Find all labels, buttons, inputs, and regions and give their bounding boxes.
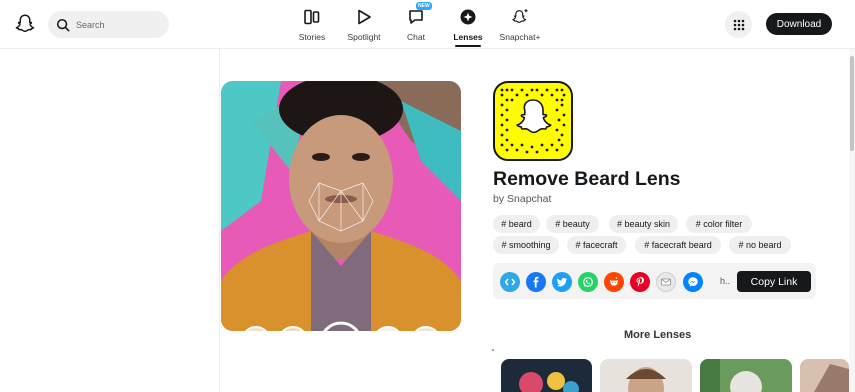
- lens-preview[interactable]: [221, 81, 461, 331]
- tag-smoothing[interactable]: # smoothing: [493, 236, 559, 254]
- nav-spotlight[interactable]: Spotlight: [339, 7, 389, 42]
- grid-icon: [733, 19, 744, 30]
- more-lens-card[interactable]: [800, 359, 849, 392]
- tag-facecraft[interactable]: # facecraft: [567, 236, 626, 254]
- embed-icon[interactable]: [500, 272, 520, 292]
- chat-icon: NEW: [406, 2, 432, 27]
- snapchat-logo-icon[interactable]: [14, 13, 36, 35]
- messenger-icon[interactable]: [683, 272, 703, 292]
- download-button[interactable]: Download: [766, 13, 832, 35]
- nav-label: Snapchat+: [499, 32, 541, 42]
- tag-facecraft-beard[interactable]: # facecraft beard: [635, 236, 721, 254]
- divider: [219, 49, 220, 392]
- lenses-icon: [458, 7, 478, 27]
- stories-icon: [302, 7, 322, 27]
- facebook-icon[interactable]: [526, 272, 546, 292]
- nav-stories[interactable]: Stories: [287, 7, 337, 42]
- tag-no-beard[interactable]: # no beard: [729, 236, 791, 254]
- more-lens-card[interactable]: [700, 359, 792, 392]
- snapchat-plus-icon: [510, 7, 530, 27]
- more-lens-card[interactable]: [600, 359, 692, 392]
- copy-link-button[interactable]: Copy Link: [737, 271, 811, 292]
- nav-label: Stories: [298, 32, 326, 42]
- search-box[interactable]: [48, 11, 169, 38]
- lens-creator[interactable]: by Snapchat: [493, 193, 551, 205]
- top-bar: Stories Spotlight NEW Chat Lenses Snapch…: [0, 0, 855, 49]
- email-icon[interactable]: [656, 272, 676, 292]
- nav-snapchat-plus[interactable]: Snapchat+: [495, 7, 545, 42]
- tag-beauty[interactable]: # beauty: [546, 215, 599, 233]
- nav-label: Chat: [407, 32, 425, 42]
- lens-title: Remove Beard Lens: [493, 168, 681, 190]
- twitter-icon[interactable]: [552, 272, 572, 292]
- nav-label: Lenses: [453, 32, 483, 42]
- nav-lenses[interactable]: Lenses: [443, 7, 493, 47]
- divider-dot: [492, 349, 494, 351]
- tag-color-filter[interactable]: # color filter: [686, 215, 752, 233]
- whatsapp-icon[interactable]: [578, 272, 598, 292]
- snapcode: [493, 81, 573, 161]
- nav-chat[interactable]: NEW Chat: [391, 2, 441, 42]
- reddit-icon[interactable]: [604, 272, 624, 292]
- apps-grid-button[interactable]: [725, 11, 752, 38]
- search-input[interactable]: [76, 19, 166, 30]
- nav-label: Spotlight: [347, 32, 381, 42]
- search-icon: [56, 18, 70, 31]
- pinterest-icon[interactable]: [630, 272, 650, 292]
- more-lens-card[interactable]: [501, 359, 592, 392]
- spotlight-icon: [354, 7, 374, 27]
- scrollbar-thumb[interactable]: [850, 56, 854, 151]
- tag-beauty-skin[interactable]: # beauty skin: [609, 215, 678, 233]
- share-link-text: h..: [720, 276, 731, 286]
- new-badge: NEW: [416, 2, 432, 10]
- more-lenses-title: More Lenses: [624, 329, 692, 341]
- tag-beard[interactable]: # beard: [493, 215, 540, 233]
